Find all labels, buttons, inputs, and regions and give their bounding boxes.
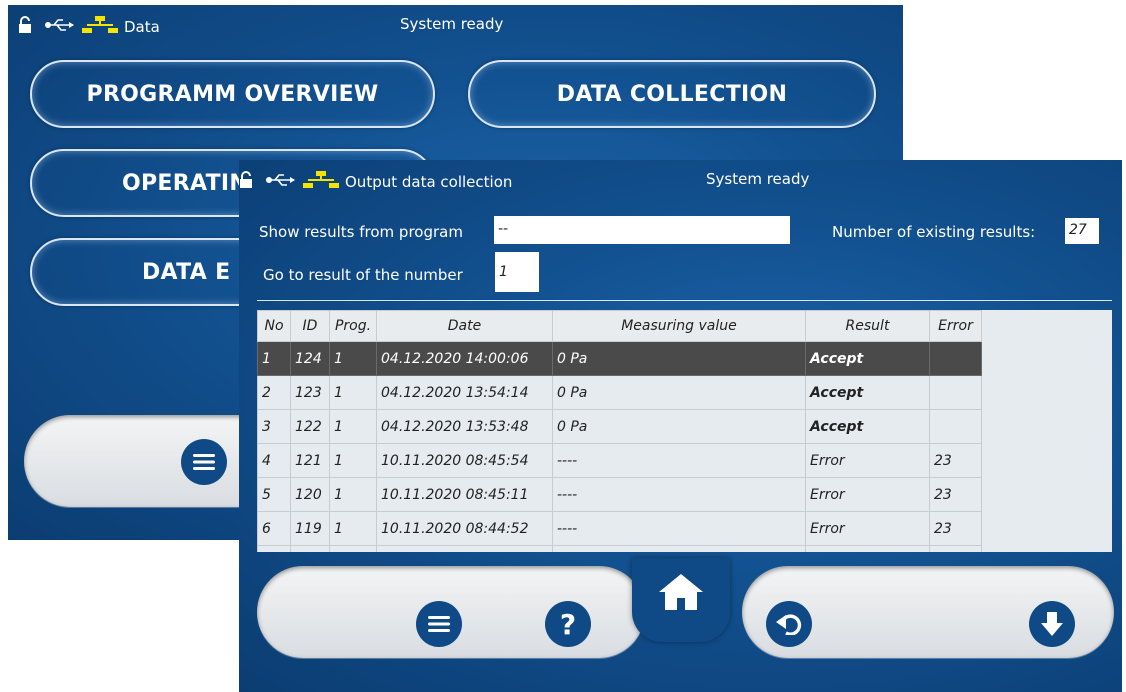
status-bar: Output data collection System ready — [239, 160, 1122, 200]
table-row[interactable]: 2 123 1 04.12.2020 13:54:14 0 Pa Accept — [257, 375, 982, 410]
table-row[interactable]: 3 122 1 04.12.2020 13:53:48 0 Pa Accept — [257, 409, 982, 444]
menu-icon[interactable] — [181, 439, 227, 485]
table-row[interactable]: 5 120 1 10.11.2020 08:45:11 ---- Error 2… — [257, 477, 982, 512]
data-collection-button[interactable]: DATA COLLECTION — [468, 60, 876, 128]
column-header[interactable]: No — [257, 310, 291, 342]
usb-icon — [265, 172, 297, 192]
network-icon — [82, 15, 118, 39]
status-text: System ready — [400, 15, 504, 33]
status-text: System ready — [706, 170, 810, 188]
help-icon[interactable]: ? — [545, 601, 591, 647]
show-results-label: Show results from program — [259, 223, 463, 241]
program-filter-field[interactable]: -- — [494, 216, 790, 244]
program-overview-button[interactable]: PROGRAMM OVERVIEW — [30, 60, 435, 128]
results-table: No ID Prog. Date Measuring value Result … — [257, 310, 982, 552]
status-bar: Data System ready — [8, 5, 903, 45]
column-header[interactable]: Prog. — [329, 310, 377, 342]
network-icon — [303, 170, 339, 194]
unlock-icon — [18, 16, 38, 38]
table-row[interactable]: 6 119 1 10.11.2020 08:44:52 ---- Error 2… — [257, 511, 982, 546]
screen-title: Output data collection — [345, 173, 513, 191]
download-icon[interactable] — [1029, 601, 1075, 647]
home-button[interactable] — [632, 558, 730, 642]
divider — [257, 300, 1112, 301]
column-header[interactable]: Error — [929, 310, 982, 342]
goto-result-field[interactable]: 1 — [495, 252, 539, 292]
menu-icon[interactable] — [416, 601, 462, 647]
screen-title: Data — [124, 18, 160, 36]
table-row[interactable]: 4 121 1 10.11.2020 08:45:54 ---- Error 2… — [257, 443, 982, 478]
unlock-icon — [239, 171, 259, 193]
data-collection-screen: Output data collection System ready Show… — [239, 160, 1122, 692]
existing-results-label: Number of existing results: — [832, 223, 1036, 241]
table-row[interactable]: 1 124 1 04.12.2020 14:00:06 0 Pa Accept — [257, 341, 982, 376]
home-icon — [657, 572, 705, 616]
goto-result-label: Go to result of the number — [263, 266, 463, 284]
table-row[interactable] — [257, 545, 982, 552]
existing-results-count: 27 — [1065, 218, 1099, 244]
column-header[interactable]: Result — [805, 310, 930, 342]
column-header[interactable]: Measuring value — [552, 310, 806, 342]
column-header[interactable]: Date — [376, 310, 553, 342]
column-header[interactable]: ID — [290, 310, 330, 342]
back-icon[interactable] — [766, 601, 812, 647]
usb-icon — [44, 17, 76, 37]
results-table-container[interactable]: No ID Prog. Date Measuring value Result … — [257, 310, 1112, 552]
